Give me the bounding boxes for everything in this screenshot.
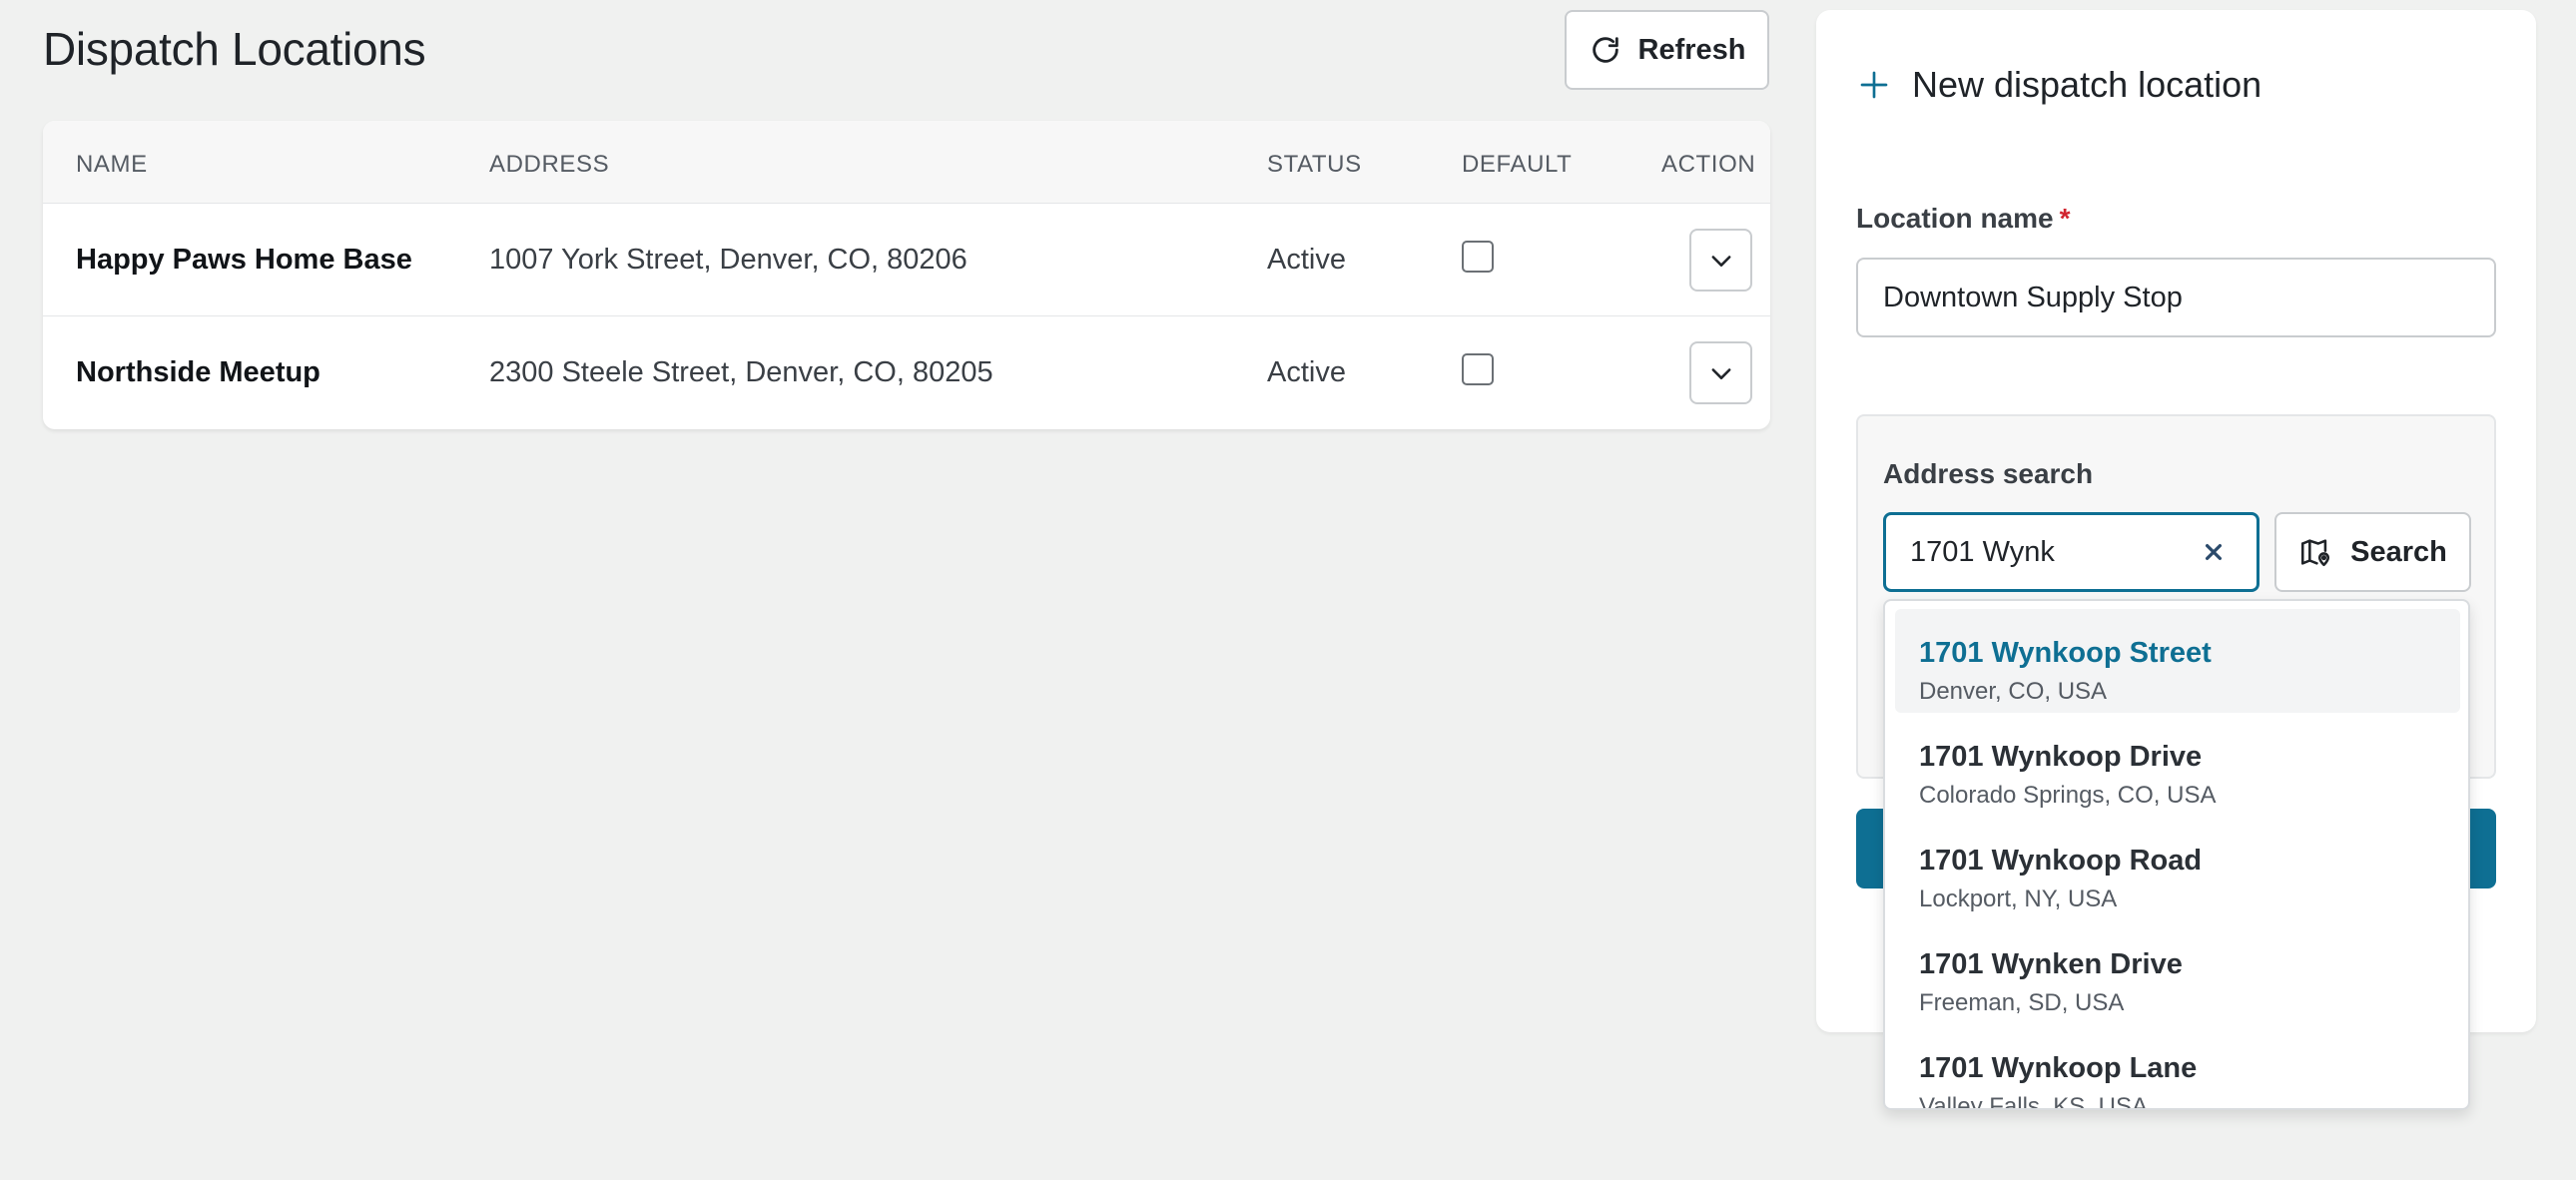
table-header: NAME ADDRESS STATUS DEFAULT ACTION xyxy=(43,121,1770,203)
location-name-input[interactable] xyxy=(1856,258,2496,337)
map-pin-icon xyxy=(2301,539,2330,567)
panel-title: New dispatch location xyxy=(1912,64,2262,105)
chevron-down-icon xyxy=(1711,255,1730,267)
suggestion-item[interactable]: 1701 Wynkoop Street Denver, CO, USA xyxy=(1895,609,2460,713)
clear-search-button[interactable] xyxy=(2199,537,2229,567)
refresh-icon xyxy=(1592,37,1618,63)
row-action-button[interactable] xyxy=(1689,229,1752,292)
table-row: Happy Paws Home Base 1007 York Street, D… xyxy=(43,203,1770,315)
suggestion-item[interactable]: 1701 Wynken Drive Freeman, SD, USA xyxy=(1895,920,2460,1024)
suggestion-subtitle: Freeman, SD, USA xyxy=(1919,989,2125,1016)
suggestion-title: 1701 Wynkoop Lane xyxy=(1919,1052,2198,1084)
address-suggestions-dropdown: 1701 Wynkoop Street Denver, CO, USA 1701… xyxy=(1883,599,2470,1110)
location-address: 1007 York Street, Denver, CO, 80206 xyxy=(489,244,967,276)
suggestion-title: 1701 Wynkoop Street xyxy=(1919,637,2212,669)
address-search-button-label: Search xyxy=(2350,535,2447,568)
suggestion-subtitle: Denver, CO, USA xyxy=(1919,678,2108,705)
column-header-name: NAME xyxy=(76,151,148,178)
address-search-field[interactable] xyxy=(1883,512,2259,592)
suggestion-subtitle: Colorado Springs, CO, USA xyxy=(1919,782,2217,809)
address-search-label: Address search xyxy=(1883,458,2094,489)
plus-icon xyxy=(1860,71,1888,99)
page-title: Dispatch Locations xyxy=(43,23,426,75)
location-name-label-text: Location name xyxy=(1856,203,2054,234)
column-header-status: STATUS xyxy=(1267,151,1362,178)
location-status: Active xyxy=(1267,356,1346,388)
address-search-button[interactable]: Search xyxy=(2274,512,2471,592)
suggestion-item[interactable]: 1701 Wynkoop Road Lockport, NY, USA xyxy=(1895,817,2460,920)
required-mark: * xyxy=(2059,203,2071,234)
close-icon xyxy=(2205,543,2223,561)
dispatch-locations-table: NAME ADDRESS STATUS DEFAULT ACTION Happy… xyxy=(43,121,1770,429)
suggestion-subtitle: Lockport, NY, USA xyxy=(1919,885,2118,912)
refresh-button[interactable]: Refresh xyxy=(1565,10,1769,90)
location-address: 2300 Steele Street, Denver, CO, 80205 xyxy=(489,356,993,388)
refresh-button-label: Refresh xyxy=(1637,33,1746,66)
suggestion-title: 1701 Wynken Drive xyxy=(1919,948,2183,980)
column-header-address: ADDRESS xyxy=(489,151,610,178)
panel-header: New dispatch location xyxy=(1858,64,2261,106)
location-name-label: Location name * xyxy=(1856,203,2071,235)
default-checkbox[interactable] xyxy=(1462,241,1494,273)
address-search-input[interactable] xyxy=(1886,515,2186,589)
default-checkbox[interactable] xyxy=(1462,353,1494,385)
table-row: Northside Meetup 2300 Steele Street, Den… xyxy=(43,315,1770,428)
suggestion-item[interactable]: 1701 Wynkoop Drive Colorado Springs, CO,… xyxy=(1895,713,2460,817)
chevron-down-icon xyxy=(1711,367,1730,379)
column-header-action: ACTION xyxy=(1661,151,1756,178)
suggestion-subtitle: Valley Falls, KS, USA xyxy=(1919,1093,2148,1110)
suggestion-title: 1701 Wynkoop Drive xyxy=(1919,741,2203,773)
column-header-default: DEFAULT xyxy=(1462,151,1573,178)
location-status: Active xyxy=(1267,244,1346,276)
suggestion-item[interactable]: 1701 Wynkoop Lane Valley Falls, KS, USA xyxy=(1895,1024,2460,1110)
row-action-button[interactable] xyxy=(1689,341,1752,404)
suggestion-title: 1701 Wynkoop Road xyxy=(1919,845,2203,877)
location-name: Northside Meetup xyxy=(76,356,321,388)
location-name: Happy Paws Home Base xyxy=(76,244,412,276)
